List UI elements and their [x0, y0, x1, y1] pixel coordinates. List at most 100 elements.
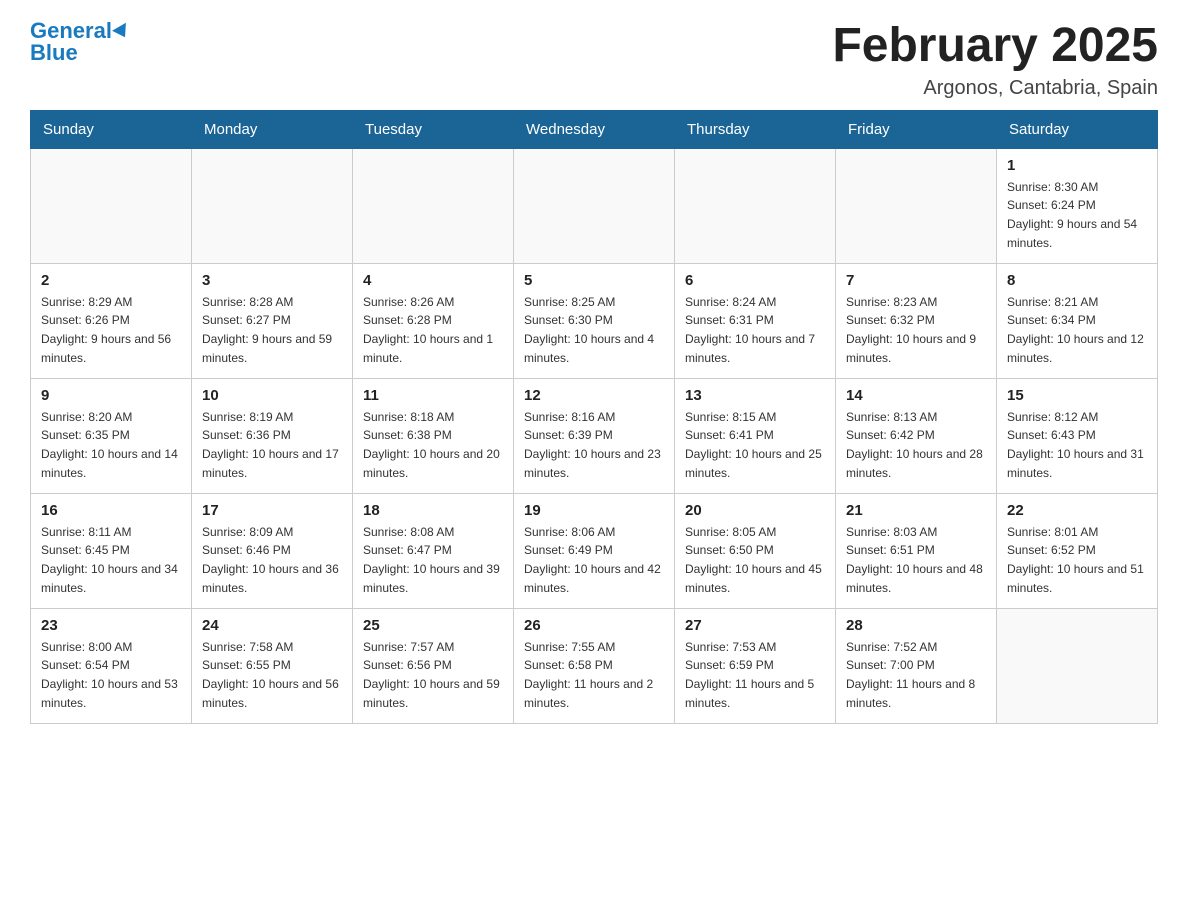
- day-cell: 21 Sunrise: 8:03 AMSunset: 6:51 PMDayligh…: [836, 493, 997, 608]
- day-info: Sunrise: 8:13 AMSunset: 6:42 PMDaylight:…: [846, 408, 986, 482]
- day-info: Sunrise: 8:25 AMSunset: 6:30 PMDaylight:…: [524, 293, 664, 367]
- day-number: 8: [1007, 272, 1147, 289]
- day-cell: 16 Sunrise: 8:11 AMSunset: 6:45 PMDayligh…: [31, 493, 192, 608]
- calendar-table: SundayMondayTuesdayWednesdayThursdayFrid…: [30, 110, 1158, 724]
- page-header: General Blue February 2025 Argonos, Cant…: [30, 20, 1158, 100]
- title-block: February 2025 Argonos, Cantabria, Spain: [832, 20, 1158, 100]
- day-info: Sunrise: 7:53 AMSunset: 6:59 PMDaylight:…: [685, 638, 825, 712]
- col-header-sunday: Sunday: [31, 110, 192, 148]
- day-number: 11: [363, 387, 503, 404]
- logo: General Blue: [30, 20, 130, 66]
- day-info: Sunrise: 8:18 AMSunset: 6:38 PMDaylight:…: [363, 408, 503, 482]
- day-number: 22: [1007, 502, 1147, 519]
- day-number: 17: [202, 502, 342, 519]
- day-cell: 15 Sunrise: 8:12 AMSunset: 6:43 PMDayligh…: [997, 378, 1158, 493]
- day-cell: 23 Sunrise: 8:00 AMSunset: 6:54 PMDayligh…: [31, 608, 192, 723]
- day-number: 7: [846, 272, 986, 289]
- col-header-saturday: Saturday: [997, 110, 1158, 148]
- day-number: 15: [1007, 387, 1147, 404]
- day-cell: [836, 148, 997, 263]
- day-cell: 2 Sunrise: 8:29 AMSunset: 6:26 PMDaylight…: [31, 263, 192, 378]
- day-cell: 18 Sunrise: 8:08 AMSunset: 6:47 PMDayligh…: [353, 493, 514, 608]
- day-cell: 14 Sunrise: 8:13 AMSunset: 6:42 PMDayligh…: [836, 378, 997, 493]
- week-row-4: 16 Sunrise: 8:11 AMSunset: 6:45 PMDayligh…: [31, 493, 1158, 608]
- day-number: 4: [363, 272, 503, 289]
- day-number: 20: [685, 502, 825, 519]
- day-number: 10: [202, 387, 342, 404]
- col-header-thursday: Thursday: [675, 110, 836, 148]
- col-header-monday: Monday: [192, 110, 353, 148]
- day-cell: [997, 608, 1158, 723]
- day-number: 28: [846, 617, 986, 634]
- day-number: 13: [685, 387, 825, 404]
- col-header-wednesday: Wednesday: [514, 110, 675, 148]
- day-info: Sunrise: 7:55 AMSunset: 6:58 PMDaylight:…: [524, 638, 664, 712]
- col-header-friday: Friday: [836, 110, 997, 148]
- day-cell: [514, 148, 675, 263]
- day-info: Sunrise: 8:11 AMSunset: 6:45 PMDaylight:…: [41, 523, 181, 597]
- day-cell: 6Sunrise: 8:24 AMSunset: 6:31 PMDaylight…: [675, 263, 836, 378]
- day-cell: 3 Sunrise: 8:28 AMSunset: 6:27 PMDaylight…: [192, 263, 353, 378]
- day-cell: 9Sunrise: 8:20 AMSunset: 6:35 PMDaylight…: [31, 378, 192, 493]
- day-cell: 12Sunrise: 8:16 AMSunset: 6:39 PMDayligh…: [514, 378, 675, 493]
- day-number: 5: [524, 272, 664, 289]
- day-cell: 19Sunrise: 8:06 AMSunset: 6:49 PMDayligh…: [514, 493, 675, 608]
- day-info: Sunrise: 8:26 AMSunset: 6:28 PMDaylight:…: [363, 293, 503, 367]
- day-info: Sunrise: 7:52 AMSunset: 7:00 PMDaylight:…: [846, 638, 986, 712]
- day-cell: 25Sunrise: 7:57 AMSunset: 6:56 PMDayligh…: [353, 608, 514, 723]
- col-header-tuesday: Tuesday: [353, 110, 514, 148]
- logo-blue: Blue: [30, 40, 78, 66]
- day-info: Sunrise: 8:00 AMSunset: 6:54 PMDaylight:…: [41, 638, 181, 712]
- day-number: 24: [202, 617, 342, 634]
- day-info: Sunrise: 8:08 AMSunset: 6:47 PMDaylight:…: [363, 523, 503, 597]
- week-row-1: 1 Sunrise: 8:30 AMSunset: 6:24 PMDaylight…: [31, 148, 1158, 263]
- location: Argonos, Cantabria, Spain: [832, 77, 1158, 100]
- day-cell: 24 Sunrise: 7:58 AMSunset: 6:55 PMDayligh…: [192, 608, 353, 723]
- day-info: Sunrise: 7:57 AMSunset: 6:56 PMDaylight:…: [363, 638, 503, 712]
- day-number: 3: [202, 272, 342, 289]
- day-cell: 4 Sunrise: 8:26 AMSunset: 6:28 PMDaylight…: [353, 263, 514, 378]
- day-cell: [353, 148, 514, 263]
- day-number: 1: [1007, 157, 1147, 174]
- calendar-header-row: SundayMondayTuesdayWednesdayThursdayFrid…: [31, 110, 1158, 148]
- day-cell: 8Sunrise: 8:21 AMSunset: 6:34 PMDaylight…: [997, 263, 1158, 378]
- day-number: 27: [685, 617, 825, 634]
- day-cell: [192, 148, 353, 263]
- day-cell: 10Sunrise: 8:19 AMSunset: 6:36 PMDayligh…: [192, 378, 353, 493]
- week-row-2: 2 Sunrise: 8:29 AMSunset: 6:26 PMDaylight…: [31, 263, 1158, 378]
- day-cell: [675, 148, 836, 263]
- day-info: Sunrise: 8:30 AMSunset: 6:24 PMDaylight:…: [1007, 178, 1147, 252]
- day-cell: 26 Sunrise: 7:55 AMSunset: 6:58 PMDayligh…: [514, 608, 675, 723]
- day-info: Sunrise: 8:16 AMSunset: 6:39 PMDaylight:…: [524, 408, 664, 482]
- day-cell: 13 Sunrise: 8:15 AMSunset: 6:41 PMDayligh…: [675, 378, 836, 493]
- day-info: Sunrise: 8:20 AMSunset: 6:35 PMDaylight:…: [41, 408, 181, 482]
- day-number: 18: [363, 502, 503, 519]
- day-number: 2: [41, 272, 181, 289]
- day-number: 21: [846, 502, 986, 519]
- day-info: Sunrise: 8:28 AMSunset: 6:27 PMDaylight:…: [202, 293, 342, 367]
- day-number: 26: [524, 617, 664, 634]
- day-info: Sunrise: 8:29 AMSunset: 6:26 PMDaylight:…: [41, 293, 181, 367]
- logo-triangle-icon: [112, 23, 132, 41]
- day-cell: [31, 148, 192, 263]
- day-info: Sunrise: 8:23 AMSunset: 6:32 PMDaylight:…: [846, 293, 986, 367]
- day-cell: 17 Sunrise: 8:09 AMSunset: 6:46 PMDayligh…: [192, 493, 353, 608]
- day-info: Sunrise: 8:15 AMSunset: 6:41 PMDaylight:…: [685, 408, 825, 482]
- day-cell: 11 Sunrise: 8:18 AMSunset: 6:38 PMDayligh…: [353, 378, 514, 493]
- day-info: Sunrise: 8:03 AMSunset: 6:51 PMDaylight:…: [846, 523, 986, 597]
- day-number: 23: [41, 617, 181, 634]
- week-row-3: 9Sunrise: 8:20 AMSunset: 6:35 PMDaylight…: [31, 378, 1158, 493]
- month-title: February 2025: [832, 20, 1158, 73]
- day-cell: 28 Sunrise: 7:52 AMSunset: 7:00 PMDayligh…: [836, 608, 997, 723]
- day-info: Sunrise: 8:12 AMSunset: 6:43 PMDaylight:…: [1007, 408, 1147, 482]
- day-cell: 27 Sunrise: 7:53 AMSunset: 6:59 PMDayligh…: [675, 608, 836, 723]
- day-number: 6: [685, 272, 825, 289]
- day-number: 16: [41, 502, 181, 519]
- day-info: Sunrise: 7:58 AMSunset: 6:55 PMDaylight:…: [202, 638, 342, 712]
- day-info: Sunrise: 8:01 AMSunset: 6:52 PMDaylight:…: [1007, 523, 1147, 597]
- day-info: Sunrise: 8:06 AMSunset: 6:49 PMDaylight:…: [524, 523, 664, 597]
- day-number: 14: [846, 387, 986, 404]
- day-cell: 1 Sunrise: 8:30 AMSunset: 6:24 PMDaylight…: [997, 148, 1158, 263]
- day-info: Sunrise: 8:09 AMSunset: 6:46 PMDaylight:…: [202, 523, 342, 597]
- day-info: Sunrise: 8:05 AMSunset: 6:50 PMDaylight:…: [685, 523, 825, 597]
